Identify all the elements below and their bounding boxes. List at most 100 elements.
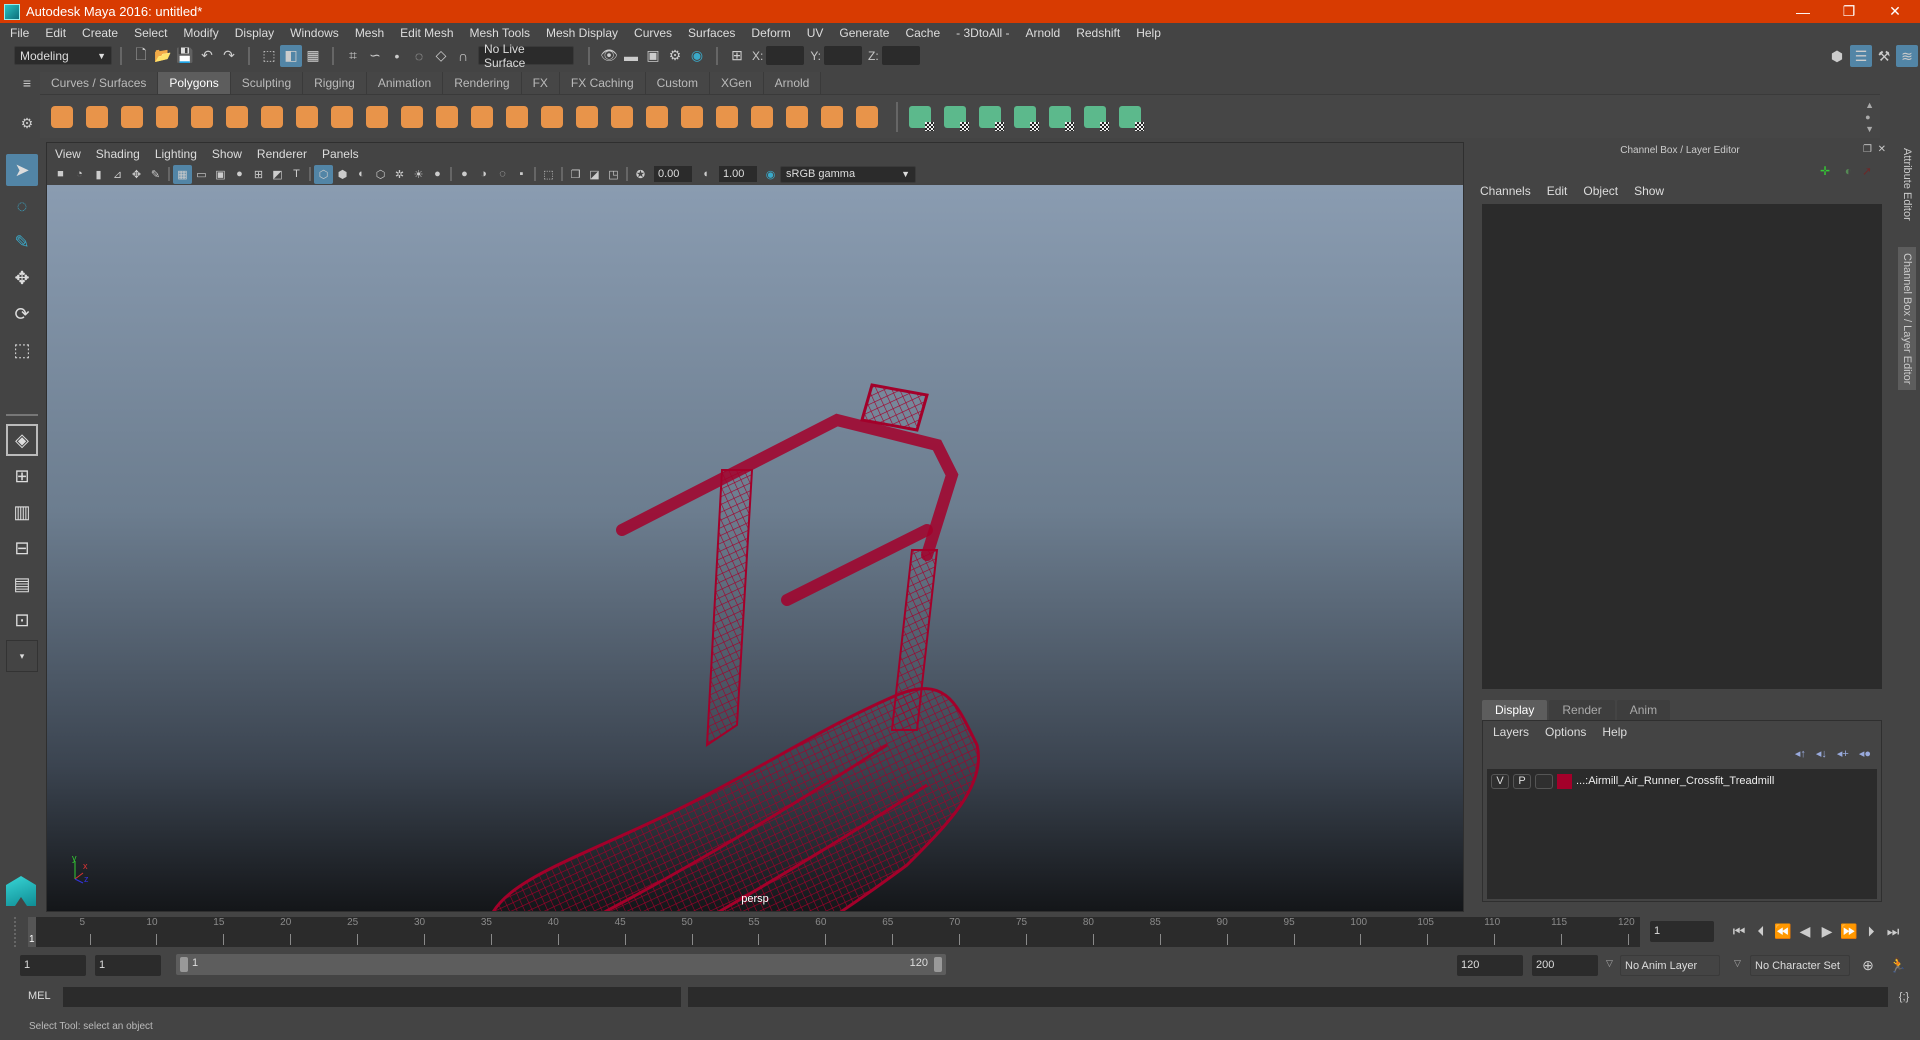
shelf-tab-polygons[interactable]: Polygons [158, 72, 231, 94]
channel-box-icon[interactable]: ≋ [1896, 45, 1918, 67]
float-panel-icon[interactable]: ❐ [1863, 144, 1872, 155]
channel-menu-object[interactable]: Object [1583, 184, 1618, 198]
slide-edge-button[interactable] [783, 103, 811, 131]
undo-icon[interactable]: ↶ [196, 45, 218, 67]
playback-end-field[interactable]: 120 [1457, 954, 1523, 976]
drag-handle[interactable] [14, 917, 20, 947]
menu-file[interactable]: File [10, 26, 29, 40]
layout-more-button[interactable]: ▾ [6, 640, 38, 672]
range-start-handle[interactable] [180, 957, 188, 972]
multi-cut-button[interactable] [608, 103, 636, 131]
layer-display-type-toggle[interactable] [1535, 773, 1553, 789]
go-to-end-icon[interactable]: ⏭ [1882, 920, 1904, 942]
layer-color-swatch[interactable] [1557, 773, 1572, 789]
command-language-label[interactable]: MEL [28, 990, 51, 1002]
move-layer-up-icon[interactable]: ◂↑ [1795, 747, 1806, 760]
layer-row[interactable]: V P ...:Airmill_Air_Runner_Crossfit_Trea… [1487, 771, 1877, 791]
new-empty-layer-icon[interactable]: ◂+ [1837, 747, 1849, 760]
menu-uv[interactable]: UV [807, 26, 824, 40]
persp-graph-outliner-layout-button[interactable]: ⊡ [6, 604, 38, 636]
channel-menu-edit[interactable]: Edit [1547, 184, 1568, 198]
new-layer-from-selection-icon[interactable]: ◂● [1859, 747, 1871, 760]
scale-tool-button[interactable]: ⬚ [6, 334, 38, 366]
xray-joints-icon[interactable]: ◪ [585, 165, 604, 184]
layer-playback-toggle[interactable]: P [1513, 773, 1531, 789]
snap-grid-icon[interactable]: ⌗ [342, 45, 364, 67]
shelf-tab-arnold[interactable]: Arnold [763, 72, 822, 94]
append-button[interactable] [573, 103, 601, 131]
lasso-tool-button[interactable]: ◌ [6, 190, 38, 222]
select-tool-button[interactable]: ➤ [6, 154, 38, 186]
camera-icon[interactable]: ■ [51, 165, 70, 184]
shelf-menu-icon[interactable]: ≡ [16, 72, 38, 94]
menu-select[interactable]: Select [134, 26, 167, 40]
x-field[interactable] [766, 46, 805, 65]
animation-end-field[interactable]: 200 [1532, 954, 1598, 976]
menu-surfaces[interactable]: Surfaces [688, 26, 735, 40]
film-gate-icon[interactable]: ▭ [192, 165, 211, 184]
live-surface-field[interactable]: No Live Surface [478, 42, 574, 70]
shadows-icon[interactable]: ● [428, 165, 447, 184]
menu-windows[interactable]: Windows [290, 26, 339, 40]
poly-pipe-button[interactable] [293, 103, 321, 131]
transform-field-mode-icon[interactable]: ⊞ [726, 45, 748, 67]
unfold-uv-button[interactable] [1046, 103, 1074, 131]
paint-select-tool-button[interactable]: ✎ [6, 226, 38, 258]
auto-key-icon[interactable]: ⊕ [1857, 954, 1879, 976]
viewport-menu-view[interactable]: View [55, 147, 81, 161]
play-backwards-icon[interactable]: ◀ [1794, 920, 1816, 942]
poly-sphere-button[interactable] [48, 103, 76, 131]
resolution-gate-icon[interactable]: ▣ [211, 165, 230, 184]
camera-attributes-icon[interactable]: ◔ [70, 165, 89, 184]
single-view-layout-button[interactable]: ◈ [6, 424, 38, 456]
poly-cube-button[interactable] [83, 103, 111, 131]
menu-arnold[interactable]: Arnold [1026, 26, 1061, 40]
viewport-menu-shading[interactable]: Shading [96, 147, 140, 161]
smooth-button[interactable] [433, 103, 461, 131]
safe-action-icon[interactable]: ◩ [268, 165, 287, 184]
3d-viewport[interactable]: y x z persp [47, 185, 1463, 911]
menu-cache[interactable]: Cache [905, 26, 940, 40]
tool-settings-icon[interactable]: ⚒ [1873, 45, 1895, 67]
new-scene-icon[interactable]: 🗋 [130, 45, 152, 67]
shelf-tab-fx[interactable]: FX [521, 72, 560, 94]
menu-mesh[interactable]: Mesh [355, 26, 384, 40]
layer-visibility-toggle[interactable]: V [1491, 773, 1509, 789]
script-editor-icon[interactable]: {;} [1893, 986, 1915, 1008]
xray-icon[interactable]: ❐ [566, 165, 585, 184]
bookmark-icon[interactable]: ▮ [89, 165, 108, 184]
extrude-face-button[interactable] [468, 103, 496, 131]
default-material-icon[interactable]: ◐ [352, 165, 371, 184]
menu-redshift[interactable]: Redshift [1076, 26, 1120, 40]
viewport-menu-renderer[interactable]: Renderer [257, 147, 307, 161]
treadmill-wireframe-model[interactable] [47, 185, 1463, 911]
y-field[interactable] [824, 46, 863, 65]
motion-blur-icon[interactable]: ◑ [474, 165, 493, 184]
channel-menu-channels[interactable]: Channels [1480, 184, 1531, 198]
modeling-toolkit-icon[interactable]: ⬢ [1826, 45, 1848, 67]
snap-point-icon[interactable]: • [386, 45, 408, 67]
grease-pencil-icon[interactable]: ✎ [146, 165, 165, 184]
menu-modify[interactable]: Modify [183, 26, 218, 40]
menu-help[interactable]: Help [1136, 26, 1161, 40]
layout-uv-button[interactable] [1116, 103, 1144, 131]
lights-icon[interactable]: ☀ [409, 165, 428, 184]
menu-deform[interactable]: Deform [751, 26, 790, 40]
field-chart-icon[interactable]: ⊞ [249, 165, 268, 184]
menu-mesh-tools[interactable]: Mesh Tools [470, 26, 530, 40]
layer-tab-anim[interactable]: Anim [1616, 700, 1671, 720]
animation-preferences-icon[interactable]: 🏃 [1887, 954, 1909, 976]
gamma-field[interactable]: 1.00 [719, 166, 757, 182]
exposure-field[interactable]: 0.00 [654, 166, 692, 182]
z-field[interactable] [881, 46, 920, 65]
textured-icon[interactable]: ✲ [390, 165, 409, 184]
poly-cone-button[interactable] [153, 103, 181, 131]
manipulator-axis-icon[interactable]: ✛ [1820, 164, 1830, 178]
shelf-tab-custom[interactable]: Custom [645, 72, 710, 94]
planar-uv-button[interactable] [906, 103, 934, 131]
menu-generate[interactable]: Generate [839, 26, 889, 40]
select-object-icon[interactable]: ◧ [280, 44, 302, 67]
poly-pyramid-button[interactable] [258, 103, 286, 131]
chevron-down-icon[interactable]: ▽ [1734, 958, 1741, 969]
extract-button[interactable] [853, 103, 881, 131]
